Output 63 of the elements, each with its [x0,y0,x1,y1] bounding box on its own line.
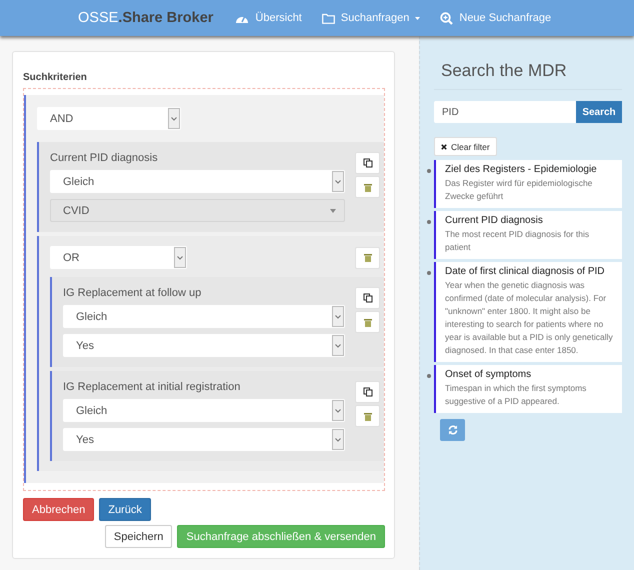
result-title: Current PID diagnosis [445,215,544,226]
section-title: Suchkriterien [23,72,88,83]
chevron-icon [335,408,341,412]
trash-icon [364,412,372,420]
delete-button[interactable] [355,405,380,427]
zoom-in-icon [440,12,454,24]
result-description: Das Register wird für epidemiologische Zwecke geführt [445,177,594,203]
copy-button[interactable] [355,152,380,174]
chevron-icon [177,256,183,260]
caret-icon [415,16,420,20]
result-card[interactable]: Ziel des Registers - Epidemiologie Das Register wird für epidemiologische Zwecke geführt [434,160,622,208]
action-button[interactable]: Speichern [104,525,172,548]
delete-button[interactable] [355,246,380,268]
chevron-icon [335,344,341,348]
delete-button[interactable] [355,176,380,198]
result-description: Timespan in which the first symptoms suggestive of a PID appeared. [445,382,588,408]
search-field[interactable]: PID [434,101,576,123]
result-description: Year when the genetic diagnosis was confirmed (date of molecular analysis). For "unknown" enter 1800. It might also be interesting to search for patients where no year is available but a PID is only genetically diagnosed. In that case enter 1850. [445,279,614,357]
result-title: Ziel des Registers - Epidemiologie [445,164,598,175]
refresh-button[interactable] [440,419,465,441]
value-select[interactable]: Yes [63,334,345,357]
copy-button[interactable] [355,381,380,403]
copy-button[interactable] [355,287,380,309]
chevron-icon [335,180,341,184]
criterion-label: Current PID diagnosis [50,152,159,164]
trash-icon [364,318,372,326]
brand-logo[interactable]: OSSE.Share Broker [78,10,214,26]
chevron-icon [335,438,341,442]
clear-filter-button[interactable]: Clear filter [434,137,497,156]
result-card[interactable]: Current PID diagnosis The most recent PID diagnosis for this patient [434,211,622,259]
refresh-icon [448,425,458,435]
copy-icon [362,293,372,303]
bullet-icon [427,169,431,173]
panel-title: Search the MDR [434,58,622,90]
close-icon [441,144,447,150]
delete-button[interactable] [355,311,380,333]
bullet-icon [427,220,431,224]
result-card[interactable]: Onset of symptoms Timespan in which the first symptoms suggestive of a PID appeared. [434,365,622,413]
criterion-label: IG Replacement at follow up [63,287,202,299]
result-title: Date of first clinical diagnosis of PID [445,266,606,277]
caret-icon [330,208,336,212]
bullet-icon [427,374,431,378]
criterion-label: IG Replacement at initial registration [63,381,242,393]
action-button[interactable]: Abbrechen [23,498,94,521]
result-title: Onset of symptoms [445,369,532,380]
result-card[interactable] [434,262,622,362]
copy-icon [362,387,372,397]
comparison-select[interactable]: Gleich [50,170,345,193]
trash-icon [364,182,372,192]
operator-select[interactable]: AND [37,107,181,130]
chevron-icon [171,116,177,120]
value-select[interactable]: Yes [63,428,345,451]
folder-icon [322,12,335,24]
operator-select[interactable]: OR [50,246,187,269]
result-description: The most recent PID diagnosis for this patient [445,228,590,254]
bullet-icon [427,271,431,275]
comparison-select[interactable]: Gleich [63,305,345,328]
chevron-icon [335,314,341,318]
comparison-select[interactable]: Gleich [63,399,345,422]
trash-icon [364,253,372,262]
search-button[interactable]: Search [576,101,622,123]
copy-icon [362,158,372,168]
action-button[interactable]: Zurück [99,498,151,521]
